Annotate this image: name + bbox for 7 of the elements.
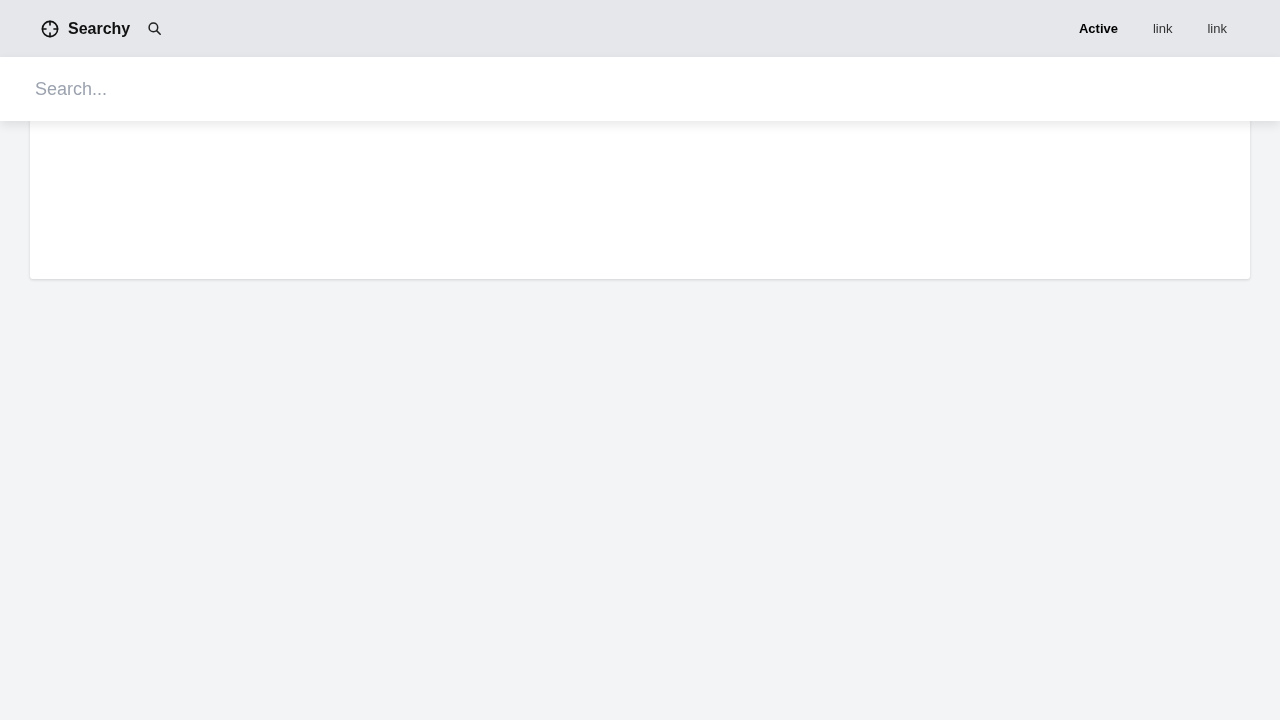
- brand-name: Searchy: [68, 19, 131, 38]
- nav-link[interactable]: Active: [1078, 21, 1118, 36]
- search-icon[interactable]: [148, 22, 162, 35]
- search-field[interactable]: Search...: [0, 57, 1280, 121]
- nav-link[interactable]: link: [1207, 21, 1227, 36]
- nav-link[interactable]: link: [1152, 21, 1173, 36]
- crosshair-logo-icon: [41, 19, 59, 38]
